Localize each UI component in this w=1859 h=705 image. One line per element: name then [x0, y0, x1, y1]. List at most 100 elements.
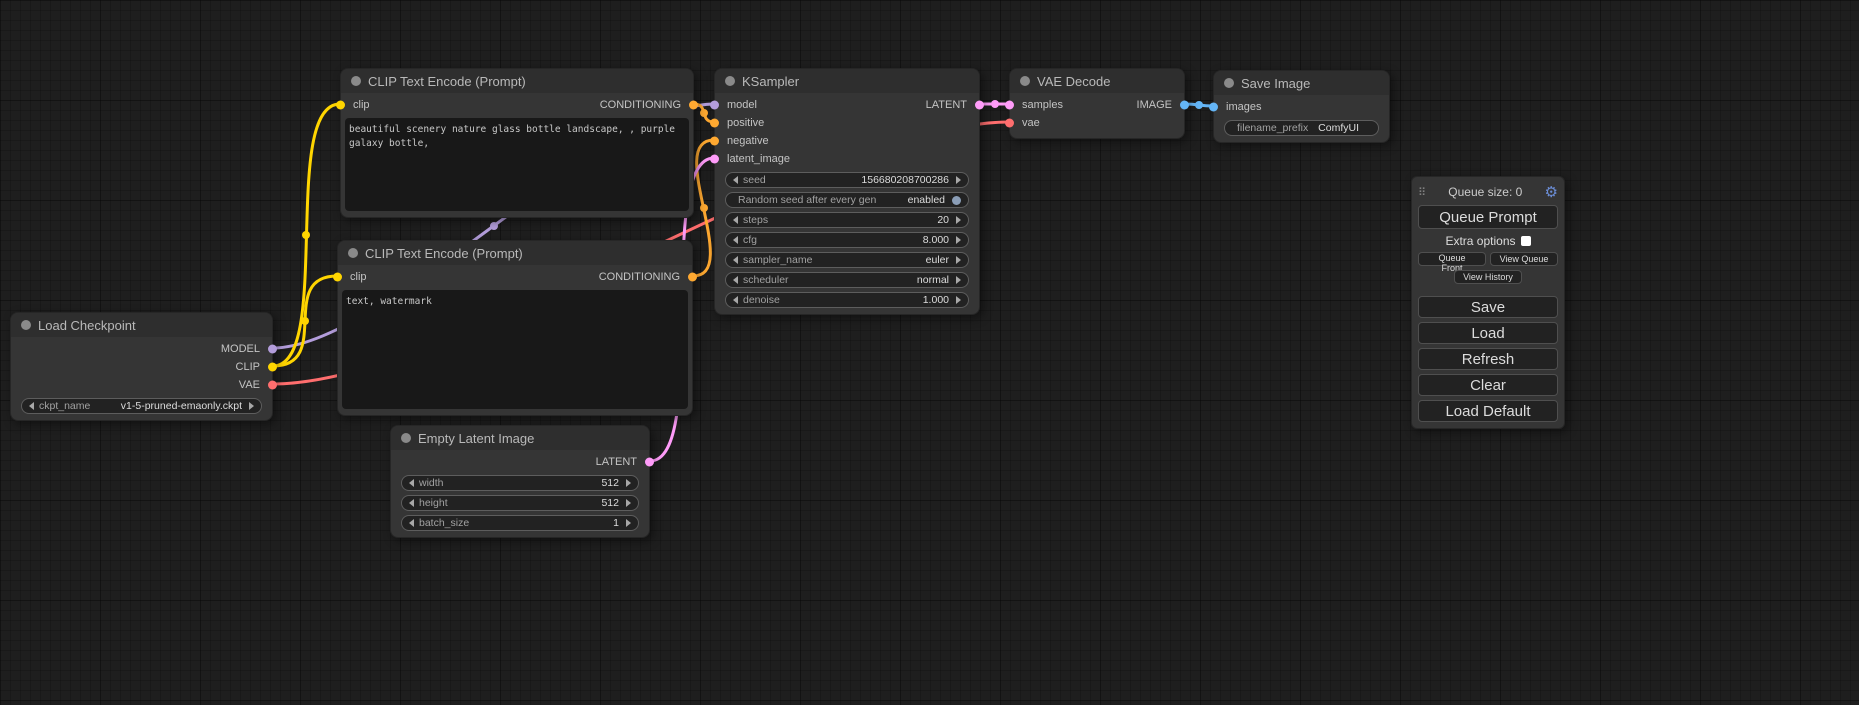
decrement-arrow-icon[interactable] — [733, 256, 738, 264]
decrement-arrow-icon[interactable] — [733, 236, 738, 244]
height-widget[interactable]: height 512 — [401, 495, 639, 511]
widget-value: 8.000 — [923, 235, 949, 246]
latent-image-input-dot[interactable] — [710, 155, 719, 164]
slot-row-model-latent: model LATENT — [715, 96, 979, 114]
decrement-arrow-icon[interactable] — [733, 176, 738, 184]
node-vae-decode[interactable]: VAE Decode samples IMAGE vae — [1009, 68, 1185, 139]
collapse-dot-icon[interactable] — [725, 76, 735, 86]
node-title-bar[interactable]: CLIP Text Encode (Prompt) — [341, 69, 693, 93]
increment-arrow-icon[interactable] — [956, 296, 961, 304]
ckpt-name-widget[interactable]: ckpt_name v1-5-pruned-emaonly.ckpt — [21, 398, 262, 414]
widget-label: height — [419, 498, 448, 509]
latent-output-dot[interactable] — [645, 458, 654, 467]
increment-arrow-icon[interactable] — [956, 236, 961, 244]
collapse-dot-icon[interactable] — [351, 76, 361, 86]
output-slot-model: MODEL — [11, 340, 272, 358]
node-title-bar[interactable]: Empty Latent Image — [391, 426, 649, 450]
clip-input-dot[interactable] — [336, 101, 345, 110]
increment-arrow-icon[interactable] — [956, 216, 961, 224]
conditioning-output-dot[interactable] — [688, 273, 697, 282]
node-title-bar[interactable]: VAE Decode — [1010, 69, 1184, 93]
seed-widget[interactable]: seed 156680208700286 — [725, 172, 969, 188]
collapse-dot-icon[interactable] — [21, 320, 31, 330]
decrement-arrow-icon[interactable] — [409, 499, 414, 507]
node-graph-canvas[interactable]: Load Checkpoint MODEL CLIP VAE ckpt_name… — [0, 0, 1859, 705]
negative-input-dot[interactable] — [710, 137, 719, 146]
toggle-knob-icon[interactable] — [952, 196, 961, 205]
clip-input-dot[interactable] — [333, 273, 342, 282]
vae-output-dot[interactable] — [268, 381, 277, 390]
load-default-button[interactable]: Load Default — [1418, 400, 1558, 422]
denoise-widget[interactable]: denoise 1.000 — [725, 292, 969, 308]
sampler-name-widget[interactable]: sampler_name euler — [725, 252, 969, 268]
slot-list: MODEL CLIP VAE — [11, 337, 272, 394]
drag-handle-icon[interactable]: ⠿ — [1418, 186, 1426, 199]
comfy-menu-panel[interactable]: ⠿ Queue size: 0 ⚙ Queue Prompt Extra opt… — [1411, 176, 1565, 429]
clip-output-dot[interactable] — [268, 363, 277, 372]
random-seed-toggle-widget[interactable]: Random seed after every gen enabled — [725, 192, 969, 208]
view-queue-button[interactable]: View Queue — [1490, 252, 1558, 266]
negative-prompt-textarea[interactable]: text, watermark — [342, 290, 688, 409]
queue-prompt-button[interactable]: Queue Prompt — [1418, 205, 1558, 229]
samples-input-dot[interactable] — [1005, 101, 1014, 110]
model-input-dot[interactable] — [710, 101, 719, 110]
slot-list: clip CONDITIONING — [338, 265, 692, 286]
collapse-dot-icon[interactable] — [1224, 78, 1234, 88]
steps-widget[interactable]: steps 20 — [725, 212, 969, 228]
collapse-dot-icon[interactable] — [401, 433, 411, 443]
refresh-button[interactable]: Refresh — [1418, 348, 1558, 370]
conditioning-output-dot[interactable] — [689, 101, 698, 110]
increment-arrow-icon[interactable] — [626, 519, 631, 527]
decrement-arrow-icon[interactable] — [733, 296, 738, 304]
model-output-dot[interactable] — [268, 345, 277, 354]
increment-arrow-icon[interactable] — [249, 402, 254, 410]
slot-label: MODEL — [221, 343, 260, 355]
node-clip-text-encode-positive[interactable]: CLIP Text Encode (Prompt) clip CONDITION… — [340, 68, 694, 218]
increment-arrow-icon[interactable] — [956, 256, 961, 264]
settings-gear-icon[interactable]: ⚙ — [1545, 185, 1558, 200]
extra-options-checkbox[interactable] — [1521, 236, 1531, 246]
decrement-arrow-icon[interactable] — [409, 479, 414, 487]
cfg-widget[interactable]: cfg 8.000 — [725, 232, 969, 248]
increment-arrow-icon[interactable] — [626, 479, 631, 487]
node-title-bar[interactable]: Save Image — [1214, 71, 1389, 95]
positive-prompt-textarea[interactable]: beautiful scenery nature glass bottle la… — [345, 118, 689, 211]
save-button[interactable]: Save — [1418, 296, 1558, 318]
latent-output-dot[interactable] — [975, 101, 984, 110]
node-clip-text-encode-negative[interactable]: CLIP Text Encode (Prompt) clip CONDITION… — [337, 240, 693, 416]
clear-button[interactable]: Clear — [1418, 374, 1558, 396]
decrement-arrow-icon[interactable] — [29, 402, 34, 410]
node-title: Load Checkpoint — [38, 318, 136, 333]
widget-value: normal — [917, 275, 949, 286]
decrement-arrow-icon[interactable] — [409, 519, 414, 527]
node-load-checkpoint[interactable]: Load Checkpoint MODEL CLIP VAE ckpt_name… — [10, 312, 273, 421]
node-title-bar[interactable]: CLIP Text Encode (Prompt) — [338, 241, 692, 265]
collapse-dot-icon[interactable] — [1020, 76, 1030, 86]
image-output-dot[interactable] — [1180, 101, 1189, 110]
collapse-dot-icon[interactable] — [348, 248, 358, 258]
node-title-bar[interactable]: KSampler — [715, 69, 979, 93]
width-widget[interactable]: width 512 — [401, 475, 639, 491]
increment-arrow-icon[interactable] — [956, 276, 961, 284]
images-input-dot[interactable] — [1209, 103, 1218, 112]
increment-arrow-icon[interactable] — [626, 499, 631, 507]
view-history-button[interactable]: View History — [1454, 270, 1522, 284]
node-ksampler[interactable]: KSampler model LATENT positive negative … — [714, 68, 980, 315]
node-title-bar[interactable]: Load Checkpoint — [11, 313, 272, 337]
filename-prefix-widget[interactable]: filename_prefix ComfyUI — [1224, 120, 1379, 136]
batch-size-widget[interactable]: batch_size 1 — [401, 515, 639, 531]
increment-arrow-icon[interactable] — [956, 176, 961, 184]
decrement-arrow-icon[interactable] — [733, 276, 738, 284]
input-slot-vae: vae — [1010, 114, 1184, 132]
scheduler-widget[interactable]: scheduler normal — [725, 272, 969, 288]
vae-input-dot[interactable] — [1005, 119, 1014, 128]
slot-row-samples-image: samples IMAGE — [1010, 96, 1184, 114]
positive-input-dot[interactable] — [710, 119, 719, 128]
wire-dot — [991, 100, 999, 108]
widget-value: 1.000 — [923, 295, 949, 306]
queue-front-button[interactable]: Queue Front — [1418, 252, 1486, 266]
node-empty-latent-image[interactable]: Empty Latent Image LATENT width 512 heig… — [390, 425, 650, 538]
load-button[interactable]: Load — [1418, 322, 1558, 344]
node-save-image[interactable]: Save Image images filename_prefix ComfyU… — [1213, 70, 1390, 143]
decrement-arrow-icon[interactable] — [733, 216, 738, 224]
